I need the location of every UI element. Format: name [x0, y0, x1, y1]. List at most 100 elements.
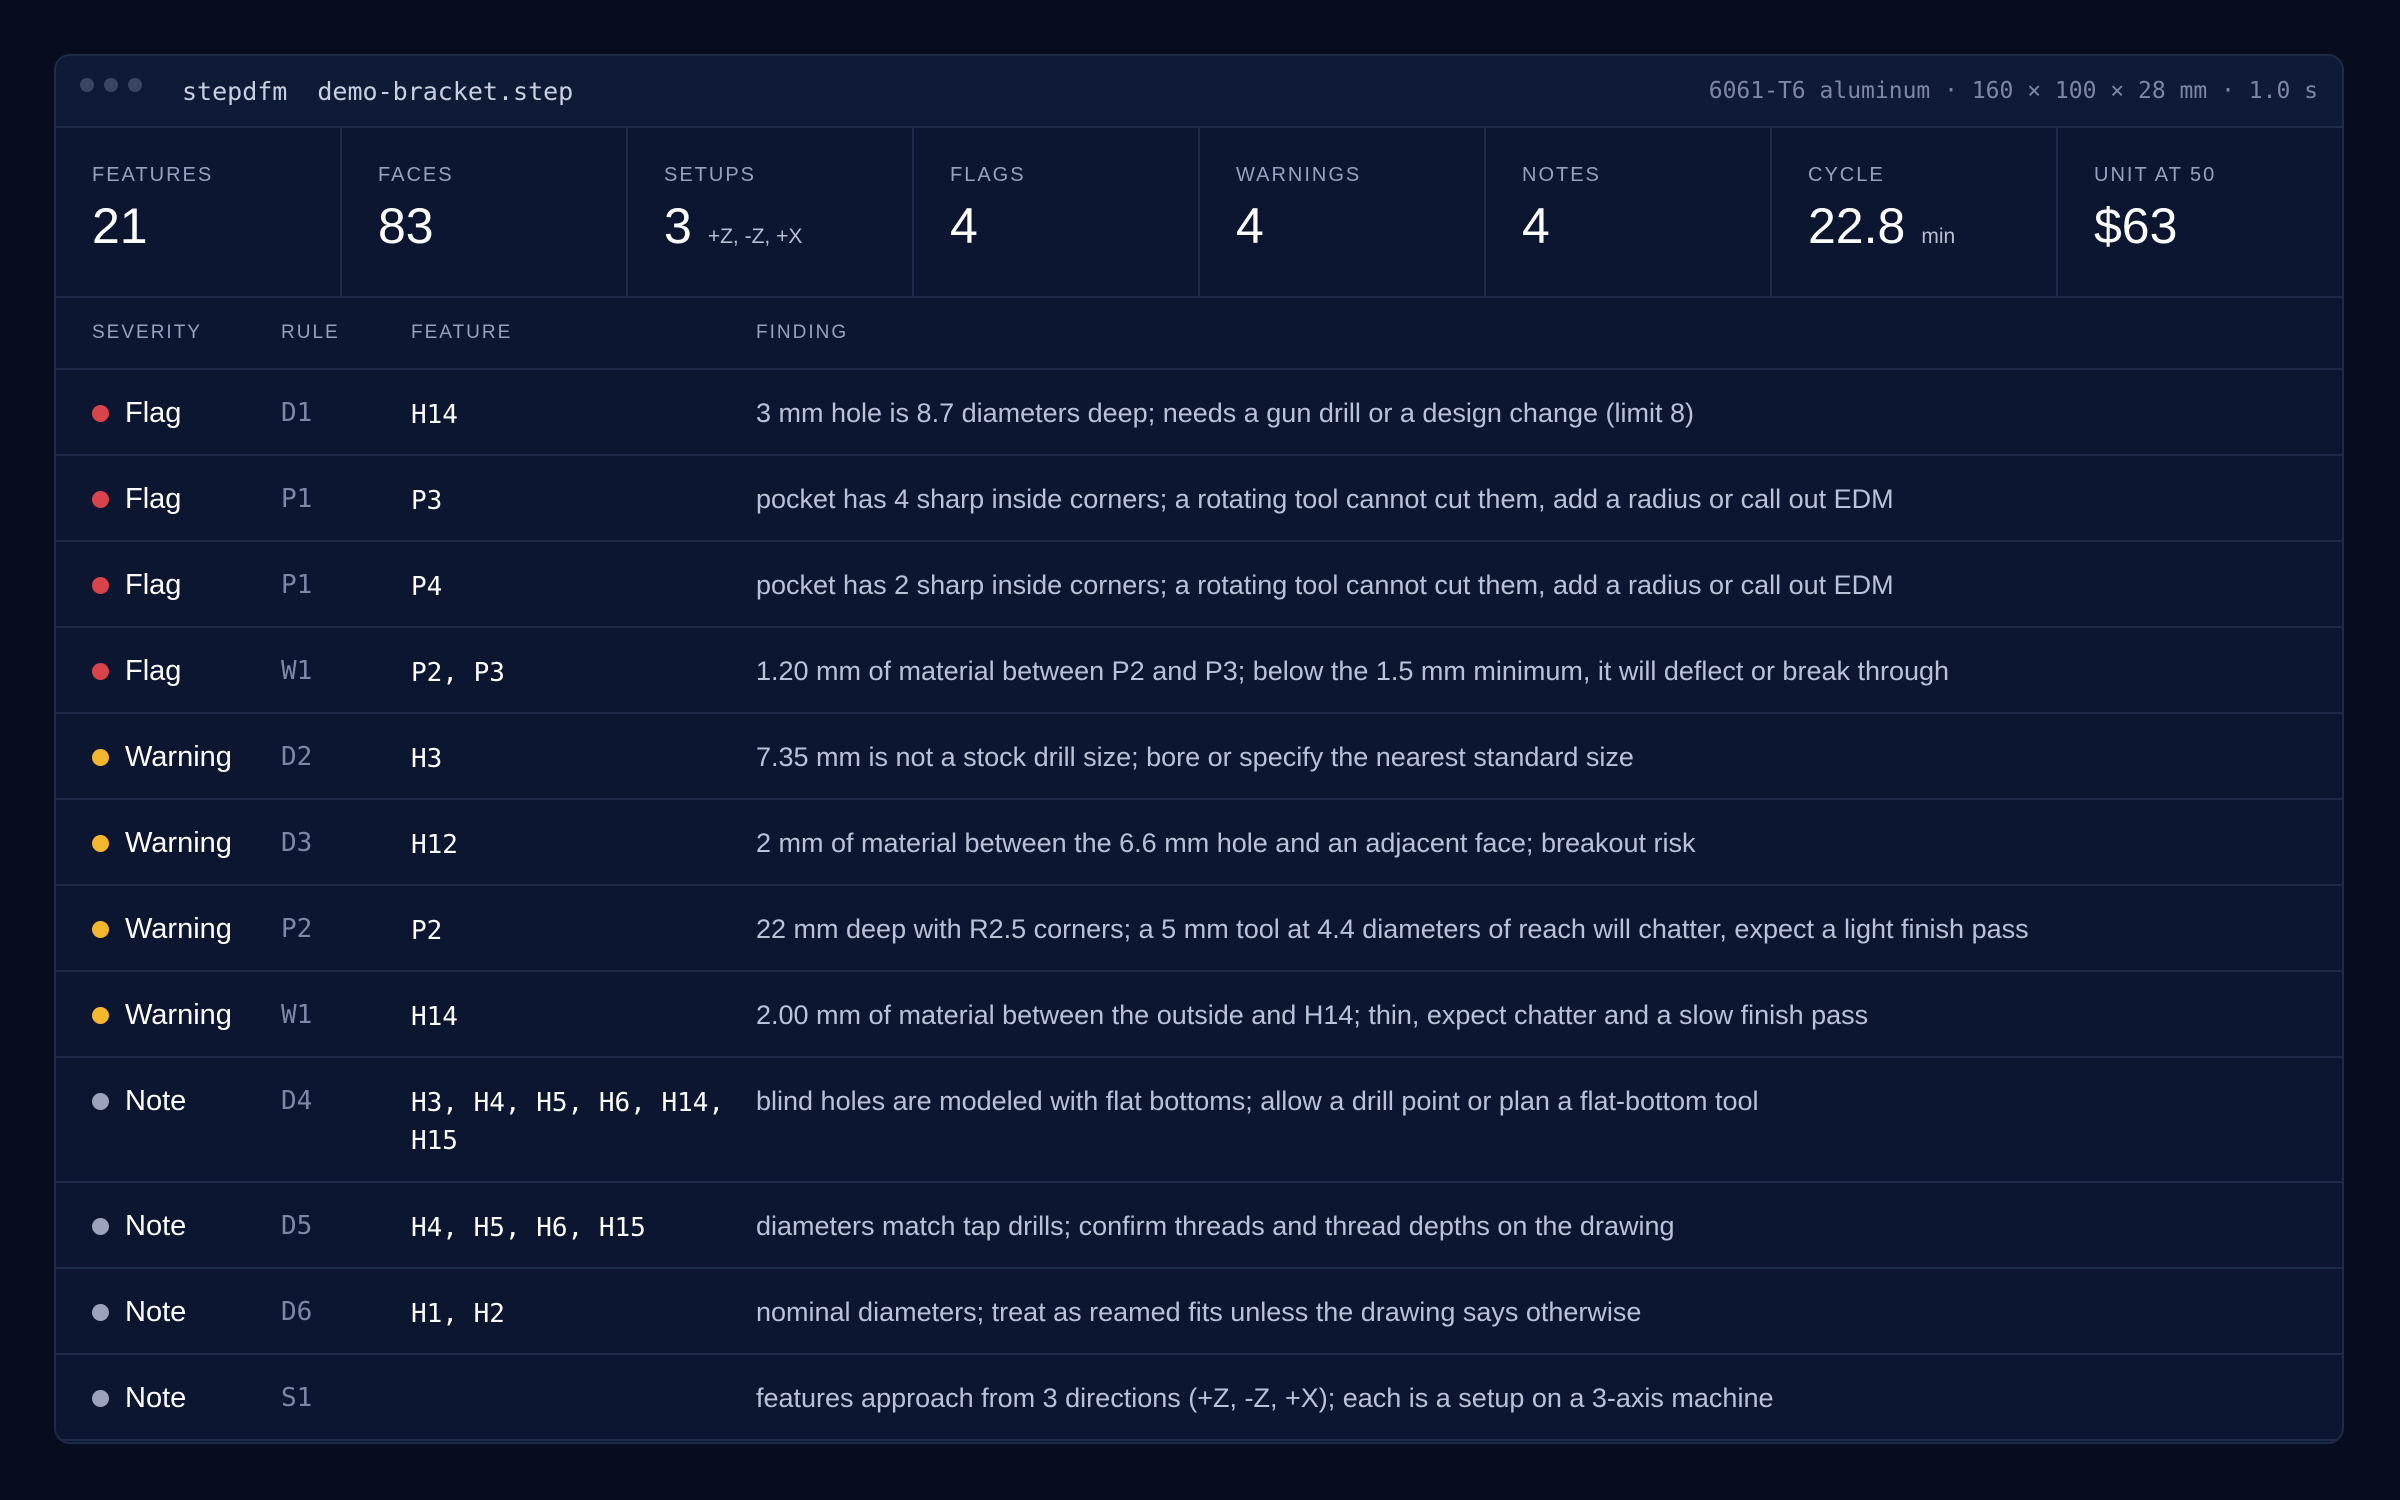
finding-cell: diameters match tap drills; confirm thre…	[756, 1211, 1675, 1241]
rule-cell: D1	[281, 398, 313, 428]
stat-value-row: 4	[950, 197, 1198, 255]
severity-cell: Flag	[56, 568, 281, 602]
severity-dot-icon	[92, 1389, 109, 1407]
severity-cell: Warning	[56, 740, 281, 774]
stat-unit-at-50: UNIT AT 50 $63	[2058, 128, 2342, 296]
stat-value: $63	[2094, 198, 2178, 254]
severity-cell: Flag	[56, 654, 281, 688]
severity-dot-icon	[92, 1092, 109, 1110]
severity-dot-icon	[92, 834, 109, 852]
rule-cell: D3	[281, 828, 313, 858]
severity-label: Note	[125, 1210, 187, 1242]
stat-cycle: CYCLE 22.8 min	[1772, 128, 2058, 296]
rule-cell: D5	[281, 1211, 313, 1241]
finding-cell: blind holes are modeled with flat bottom…	[756, 1086, 1759, 1116]
severity-cell: Warning	[56, 998, 281, 1032]
stat-value: 4	[1236, 198, 1264, 254]
feature-cell: H12	[411, 830, 458, 860]
table-row[interactable]: Flag P1 P3 pocket has 4 sharp inside corner…	[56, 456, 2342, 542]
stat-label: FEATURES	[92, 164, 214, 186]
header-rule: RULE	[281, 322, 340, 343]
finding-cell: 3 mm hole is 8.7 diameters deep; needs a…	[756, 398, 1694, 428]
finding-cell: 22 mm deep with R2.5 corners; a 5 mm too…	[756, 914, 2029, 944]
rule-cell: W1	[281, 656, 313, 686]
feature-cell: H14	[411, 400, 458, 430]
table-row[interactable]: Note S1 features approach from 3 direction…	[56, 1355, 2342, 1441]
app-name: stepdfm	[182, 76, 288, 106]
rule-cell: W1	[281, 1000, 313, 1030]
stat-value-row: 4	[1236, 197, 1484, 255]
severity-dot-icon	[92, 404, 109, 422]
severity-dot-icon	[92, 490, 109, 508]
stat-value: 3	[664, 198, 692, 254]
table-row[interactable]: Warning W1 H14 2.00 mm of material between …	[56, 972, 2342, 1058]
finding-cell: 7.35 mm is not a stock drill size; bore …	[756, 742, 1634, 772]
file-name: demo-bracket.step	[317, 76, 574, 106]
stat-label: UNIT AT 50	[2094, 164, 2217, 186]
stat-sub: +Z, -Z, +X	[707, 225, 803, 248]
header-feature: FEATURE	[411, 322, 513, 343]
stat-value-row: 83	[378, 197, 626, 255]
window-dot-icon[interactable]	[104, 78, 118, 92]
feature-cell: H4, H5, H6, H15	[411, 1213, 646, 1243]
feature-cell: P4	[411, 572, 443, 602]
finding-cell: nominal diameters; treat as reamed fits …	[756, 1297, 1642, 1327]
severity-dot-icon	[92, 1217, 109, 1235]
window-dot-icon[interactable]	[128, 78, 142, 92]
feature-cell: P2	[411, 916, 443, 946]
severity-label: Flag	[125, 397, 182, 429]
severity-cell: Note	[56, 1209, 281, 1243]
stat-sub: min	[1921, 225, 1956, 248]
stat-label: NOTES	[1522, 164, 1601, 186]
table-row[interactable]: Note D5 H4, H5, H6, H15 diameters match tap…	[56, 1183, 2342, 1269]
table-row[interactable]: Warning D3 H12 2 mm of material between the…	[56, 800, 2342, 886]
stat-value: 21	[92, 198, 148, 254]
rule-cell: D4	[281, 1086, 313, 1116]
window-dot-icon[interactable]	[80, 78, 94, 92]
severity-dot-icon	[92, 748, 109, 766]
rule-cell: P2	[281, 914, 313, 944]
severity-label: Note	[125, 1296, 187, 1328]
table-row[interactable]: Note D4 H3, H4, H5, H6, H14, H15 blind hole…	[56, 1058, 2342, 1183]
table-row[interactable]: Warning D2 H3 7.35 mm is not a stock drill …	[56, 714, 2342, 800]
stat-value-row: 21	[92, 197, 340, 255]
stat-value: 83	[378, 198, 434, 254]
stat-value: 22.8	[1808, 198, 1906, 254]
table-row[interactable]: Warning P2 P2 22 mm deep with R2.5 corners;…	[56, 886, 2342, 972]
severity-label: Note	[125, 1382, 187, 1414]
stat-label: SETUPS	[664, 164, 757, 186]
stat-label: CYCLE	[1808, 164, 1885, 186]
stat-value-row: 4	[1522, 197, 1770, 255]
stat-label: WARNINGS	[1236, 164, 1362, 186]
severity-cell: Flag	[56, 482, 281, 516]
stat-setups: SETUPS 3 +Z, -Z, +X	[628, 128, 914, 296]
table-row[interactable]: Flag D1 H14 3 mm hole is 8.7 diameters deep…	[56, 370, 2342, 456]
severity-label: Warning	[125, 913, 232, 945]
severity-label: Note	[125, 1085, 187, 1117]
feature-cell: H3, H4, H5, H6, H14, H15	[411, 1088, 725, 1156]
stat-label: FACES	[378, 164, 454, 186]
stat-flags: FLAGS 4	[914, 128, 1200, 296]
stat-value-row: 3 +Z, -Z, +X	[664, 197, 912, 255]
severity-cell: Flag	[56, 396, 281, 430]
table-header: SEVERITY RULE FEATURE FINDING	[56, 298, 2342, 370]
feature-cell: H14	[411, 1002, 458, 1032]
stat-faces: FACES 83	[342, 128, 628, 296]
feature-cell: P2, P3	[411, 658, 505, 688]
table-row[interactable]: Note D6 H1, H2 nominal diameters; treat as …	[56, 1269, 2342, 1355]
stat-value: 4	[950, 198, 978, 254]
rule-cell: P1	[281, 570, 313, 600]
table-row[interactable]: Flag P1 P4 pocket has 2 sharp inside corner…	[56, 542, 2342, 628]
stat-value: 4	[1522, 198, 1550, 254]
finding-cell: pocket has 2 sharp inside corners; a rot…	[756, 570, 1894, 600]
severity-cell: Warning	[56, 826, 281, 860]
severity-dot-icon	[92, 1006, 109, 1024]
feature-cell: H3	[411, 744, 443, 774]
severity-label: Warning	[125, 999, 232, 1031]
severity-label: Warning	[125, 827, 232, 859]
finding-cell: 2 mm of material between the 6.6 mm hole…	[756, 828, 1696, 858]
table-row[interactable]: Flag W1 P2, P3 1.20 mm of material between …	[56, 628, 2342, 714]
rule-cell: D2	[281, 742, 313, 772]
severity-label: Flag	[125, 655, 182, 687]
stat-warnings: WARNINGS 4	[1200, 128, 1486, 296]
